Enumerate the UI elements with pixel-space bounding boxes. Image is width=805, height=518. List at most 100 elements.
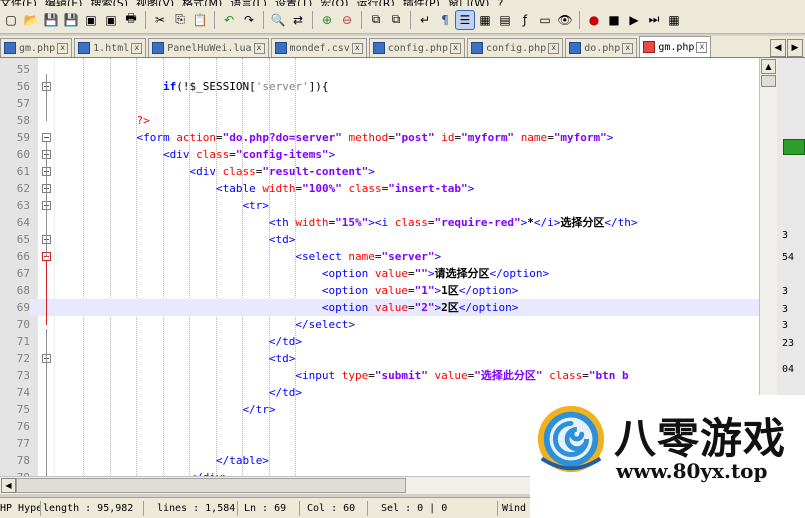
line-number: 61 <box>16 165 30 178</box>
code-text: <tr> <box>242 199 269 212</box>
column-position-status: Col : 60 <box>307 501 368 516</box>
code-line[interactable]: 69 <option value="2">2区</option> <box>0 299 777 316</box>
doc-map-icon[interactable]: ▤ <box>496 11 514 29</box>
fold-line <box>46 329 47 476</box>
code-line[interactable]: 59 <form action="do.php?do=server" metho… <box>0 129 777 146</box>
macro-save-icon[interactable]: ▦ <box>665 11 683 29</box>
code-line[interactable]: 58 ?> <box>0 112 777 129</box>
toolbar-separator <box>263 10 264 29</box>
line-number: 62 <box>16 182 30 195</box>
save-all-icon[interactable]: 💾 <box>62 11 80 29</box>
redo-icon[interactable]: ↷ <box>240 11 258 29</box>
paste-icon[interactable]: 📋 <box>191 11 209 29</box>
tab-scroll-right-icon[interactable]: ▶ <box>787 39 803 57</box>
toolbar: ▢ 📂 💾 💾 ▣ ▣ 🖶 ✂ ⎘ 📋 ↶ ↷ 🔍 ⇄ ⊕ ⊖ ⧉ ⧉ ↵ ¶ … <box>0 6 805 34</box>
close-tab-icon[interactable]: x <box>57 42 69 54</box>
line-number: 56 <box>16 80 30 93</box>
tab-bar: gm.php x 1.html x PanelHuWei.lua x mondef.c… <box>0 36 805 58</box>
zoom-out-icon[interactable]: ⊖ <box>338 11 356 29</box>
close-tab-icon[interactable]: x <box>449 42 461 54</box>
save-icon[interactable]: 💾 <box>42 11 60 29</box>
cut-icon[interactable]: ✂ <box>151 11 169 29</box>
monitoring-icon[interactable]: 👁 <box>556 11 574 29</box>
tab-do-php[interactable]: do.php x <box>565 38 638 57</box>
close-all-icon[interactable]: ▣ <box>102 11 120 29</box>
close-file-icon[interactable]: ▣ <box>82 11 100 29</box>
line-number: 76 <box>16 420 30 433</box>
code-line[interactable]: 73 <input type="submit" value="选择此分区" cl… <box>0 367 777 384</box>
tab-label: gm.php <box>658 41 695 53</box>
eol-status: Wind <box>502 503 527 514</box>
sync-horizontal-icon[interactable]: ⧉ <box>387 11 405 29</box>
print-icon[interactable]: 🖶 <box>122 11 140 29</box>
folder-workspace-icon[interactable]: ▭ <box>536 11 554 29</box>
open-file-icon[interactable]: 📂 <box>22 11 40 29</box>
line-number: 55 <box>16 63 30 76</box>
tab-1-html[interactable]: 1.html x <box>74 38 147 57</box>
copy-icon[interactable]: ⎘ <box>171 11 189 29</box>
undo-icon[interactable]: ↶ <box>220 11 238 29</box>
fold-toggle-icon[interactable] <box>42 133 51 142</box>
tab-scroll-left-icon[interactable]: ◀ <box>770 39 786 57</box>
macro-play-multiple-icon[interactable]: ⏭ <box>645 11 663 29</box>
tab-label: mondef.csv <box>289 42 350 54</box>
code-line[interactable]: 60 <div class="config-items"> <box>0 146 777 163</box>
new-file-icon[interactable]: ▢ <box>2 11 20 29</box>
code-line[interactable]: 64 <th width="15%"><i class="require-red… <box>0 214 777 231</box>
tab-config-php-1[interactable]: config.php x <box>368 38 465 57</box>
close-tab-icon[interactable]: x <box>351 42 363 54</box>
line-number: 70 <box>16 318 30 331</box>
macro-stop-icon[interactable]: ■ <box>605 11 623 29</box>
macro-record-icon[interactable]: ● <box>585 11 603 29</box>
code-line[interactable]: 66 <select name="server"> <box>0 248 777 265</box>
code-text: if(!$_SESSION['server']){ <box>162 80 329 93</box>
php-file-icon <box>569 42 582 54</box>
close-tab-icon[interactable]: x <box>622 42 634 54</box>
code-line[interactable]: 70 </select> <box>0 316 777 333</box>
scroll-left-icon[interactable]: ◀ <box>1 478 16 493</box>
scroll-up-icon[interactable]: ▲ <box>761 59 776 74</box>
close-tab-icon[interactable]: x <box>131 42 143 54</box>
code-line[interactable]: 68 <option value="1">1区</option> <box>0 282 777 299</box>
close-tab-icon[interactable]: x <box>253 42 265 54</box>
code-text: <div class="config-items"> <box>162 148 336 161</box>
indent-guide-icon[interactable]: ☰ <box>455 9 475 30</box>
function-list-icon[interactable]: ƒ <box>516 11 534 29</box>
length-status: length : 95,982 <box>43 501 144 516</box>
horizontal-scroll-thumb[interactable] <box>16 478 406 493</box>
word-wrap-icon[interactable]: ↵ <box>416 11 434 29</box>
watermark-title: 八零游戏 <box>614 414 787 463</box>
lua-file-icon <box>152 42 165 54</box>
code-line[interactable]: 72 <td> <box>0 350 777 367</box>
tab-gm-php-active[interactable]: gm.php x <box>639 36 712 57</box>
fold-line <box>46 142 47 257</box>
line-number: 67 <box>16 267 30 280</box>
code-line[interactable]: 71 </td> <box>0 333 777 350</box>
show-all-chars-icon[interactable]: ¶ <box>436 11 454 29</box>
macro-play-icon[interactable]: ▶ <box>625 11 643 29</box>
close-tab-icon[interactable]: x <box>696 41 708 53</box>
user-language-icon[interactable]: ▦ <box>476 11 494 29</box>
scroll-thumb[interactable] <box>761 75 776 87</box>
code-line[interactable]: 63 <tr> <box>0 197 777 214</box>
line-number: 57 <box>16 97 30 110</box>
line-number: 64 <box>16 216 30 229</box>
tab-panelhuwei-lua[interactable]: PanelHuWei.lua x <box>148 38 269 57</box>
tab-gm-php-1[interactable]: gm.php x <box>0 38 73 57</box>
replace-icon[interactable]: ⇄ <box>289 11 307 29</box>
code-line[interactable]: 56 if(!$_SESSION['server']){ <box>0 78 777 95</box>
code-line[interactable]: 61 <div class="result-content"> <box>0 163 777 180</box>
code-line[interactable]: 57 <box>0 95 777 112</box>
code-text: <select name="server"> <box>295 250 442 263</box>
tab-config-php-2[interactable]: config.php x <box>466 38 564 57</box>
zoom-in-icon[interactable]: ⊕ <box>318 11 336 29</box>
code-line[interactable]: 67 <option value="">请选择分区</option> <box>0 265 777 282</box>
code-line[interactable]: 65 <td> <box>0 231 777 248</box>
tab-label: 1.html <box>93 42 130 54</box>
find-icon[interactable]: 🔍 <box>269 11 287 29</box>
sync-vertical-icon[interactable]: ⧉ <box>367 11 385 29</box>
code-line[interactable]: 55 <box>0 61 777 78</box>
code-line[interactable]: 62 <table width="100%" class="insert-tab… <box>0 180 777 197</box>
tab-mondef-csv[interactable]: mondef.csv x <box>270 38 367 57</box>
close-tab-icon[interactable]: x <box>548 42 560 54</box>
